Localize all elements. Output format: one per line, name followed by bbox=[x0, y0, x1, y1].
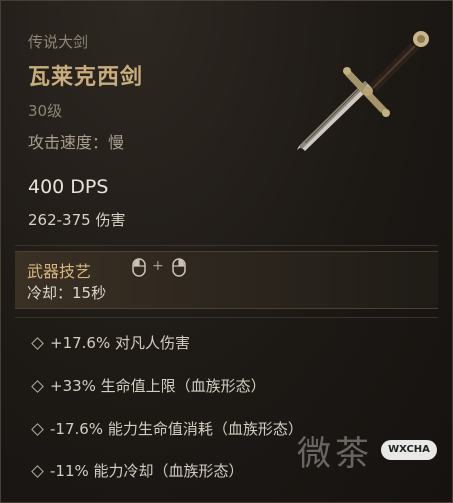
item-damage: 262-375 伤害 bbox=[28, 211, 126, 229]
weapon-skill-panel: 武器技艺 + 冷却：15秒 bbox=[15, 251, 438, 309]
item-name: 瓦莱克西剑 bbox=[28, 65, 144, 90]
mouse-left-icon bbox=[132, 258, 146, 277]
affix-item: +33% 生命值上限（血族形态） bbox=[50, 377, 266, 395]
greatsword-icon bbox=[297, 31, 429, 151]
affix-item: +17.6% 对凡人伤害 bbox=[50, 334, 190, 352]
watermark-badge: WXCHA bbox=[381, 440, 437, 460]
item-level: 30级 bbox=[28, 102, 63, 120]
diamond-bullet-icon bbox=[31, 465, 44, 478]
affix-item: -17.6% 能力生命值消耗（血族形态） bbox=[50, 420, 303, 438]
diamond-bullet-icon bbox=[31, 380, 44, 393]
watermark-text: 微茶 bbox=[297, 434, 373, 474]
affix-item: -11% 能力冷却（血族形态） bbox=[50, 462, 244, 480]
item-type: 传说大剑 bbox=[28, 33, 89, 51]
weapon-skill-cooldown: 冷却：15秒 bbox=[27, 284, 107, 302]
plus-sign: + bbox=[152, 258, 164, 274]
watermark: 微茶 WXCHA bbox=[297, 426, 447, 481]
weapon-skill-title: 武器技艺 bbox=[27, 262, 92, 281]
item-tooltip: 传说大剑 瓦莱克西剑 30级 攻击速度：慢 400 DPS 262-375 伤害… bbox=[0, 0, 453, 503]
divider bbox=[15, 317, 438, 318]
diamond-bullet-icon bbox=[31, 423, 44, 436]
item-dps: 400 DPS bbox=[28, 176, 109, 198]
attack-speed: 攻击速度：慢 bbox=[28, 133, 125, 152]
diamond-bullet-icon bbox=[31, 337, 44, 350]
mouse-right-icon bbox=[172, 258, 186, 277]
item-header: 传说大剑 瓦莱克西剑 30级 攻击速度：慢 400 DPS 262-375 伤害 bbox=[1, 1, 452, 246]
divider bbox=[15, 245, 438, 246]
